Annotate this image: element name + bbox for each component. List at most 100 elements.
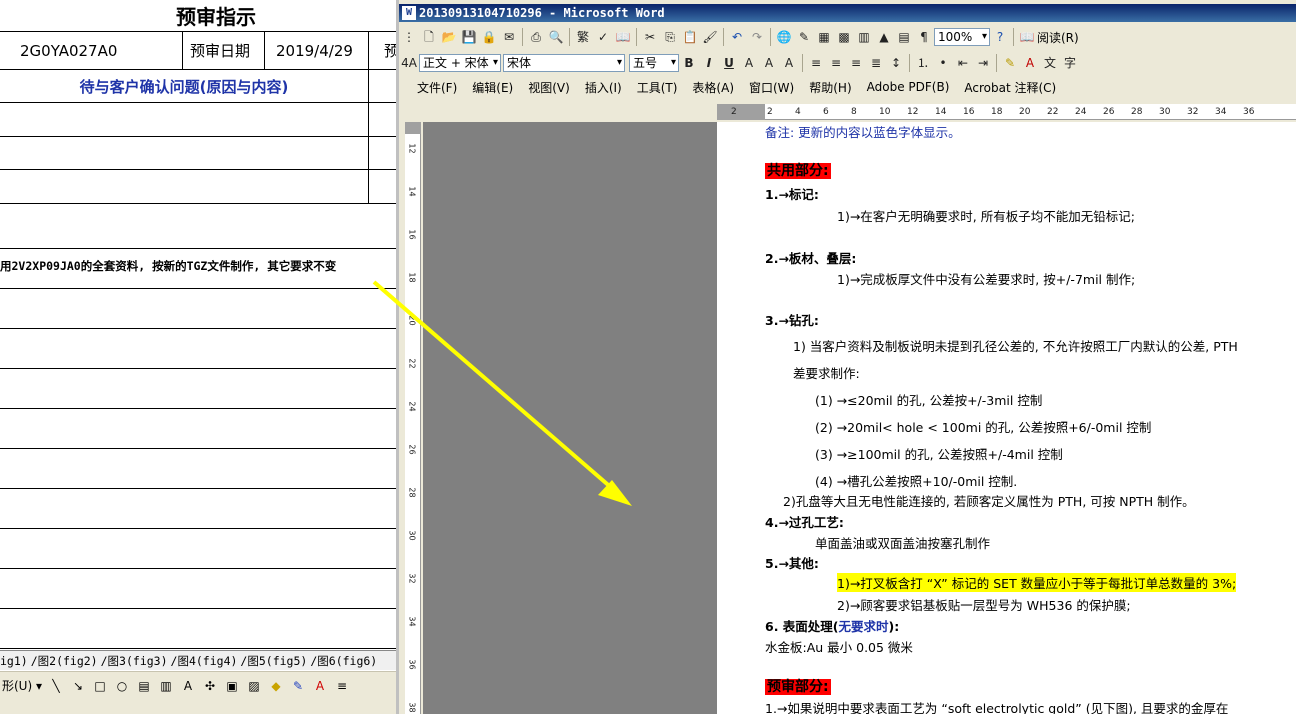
font-color-icon[interactable]: A <box>312 678 328 694</box>
sheet-tab[interactable]: 图4(fig4) <box>177 654 237 668</box>
copy-icon[interactable]: ⎘ <box>660 27 680 47</box>
research-icon[interactable]: 繁 <box>573 27 593 47</box>
doc-subitem: (4) →槽孔公差按照+10/-0mil 控制. <box>815 474 1018 489</box>
font-color-icon[interactable]: A <box>1020 53 1040 73</box>
undo-icon[interactable]: ↶ <box>727 27 747 47</box>
spreadsheet-pane: 预审指示 2G0YA027A0 预审日期 2019/4/29 预 待与客户确认问… <box>0 0 396 714</box>
clipart-icon[interactable]: ▣ <box>224 678 240 694</box>
align-left-icon[interactable]: ≡ <box>806 53 826 73</box>
menu-table[interactable]: 表格(A) <box>692 79 734 96</box>
horizontal-ruler[interactable]: 2 2 4 6 8 10 12 14 16 18 20 22 24 26 28 30 32 34 36 <box>717 104 1296 120</box>
fill-color-icon[interactable]: ◆ <box>268 678 284 694</box>
menu-insert[interactable]: 插入(I) <box>585 79 622 96</box>
document-map-icon[interactable]: ▤ <box>894 27 914 47</box>
part-number-cell[interactable]: 2G0YA027A0 <box>20 32 117 70</box>
menu-tools[interactable]: 工具(T) <box>637 79 678 96</box>
grid-line <box>0 169 396 170</box>
translate-icon[interactable]: 📖 <box>613 27 633 47</box>
save-icon[interactable]: 💾 <box>459 27 479 47</box>
word-app-icon: W <box>402 6 416 20</box>
window-titlebar[interactable]: W 20130913104710296 - Microsoft Word <box>399 4 1296 22</box>
diagram-icon[interactable]: ✣ <box>202 678 218 694</box>
paste-icon[interactable]: 📋 <box>680 27 700 47</box>
show-hide-icon[interactable]: ¶ <box>914 27 934 47</box>
read-mode-button[interactable]: 阅读(R) <box>1037 29 1079 46</box>
line-color-icon[interactable]: ✎ <box>290 678 306 694</box>
line-style-icon[interactable]: ≡ <box>334 678 350 694</box>
read-mode-icon[interactable]: 📖 <box>1017 27 1037 47</box>
drawing-icon[interactable]: ▲ <box>874 27 894 47</box>
char-border-icon[interactable]: A <box>739 53 759 73</box>
enclose-char-icon[interactable]: 字 <box>1060 53 1080 73</box>
justify-icon[interactable]: ≣ <box>866 53 886 73</box>
redo-icon[interactable]: ↷ <box>747 27 767 47</box>
insert-table-icon[interactable]: ▦ <box>814 27 834 47</box>
font-size-select[interactable]: 五号 <box>629 54 679 72</box>
email-icon[interactable]: ✉ <box>499 27 519 47</box>
arrow-icon[interactable]: ↘ <box>70 678 86 694</box>
autoshape-menu[interactable]: 形(U) ▾ <box>2 677 42 694</box>
align-center-icon[interactable]: ≡ <box>826 53 846 73</box>
menu-view[interactable]: 视图(V) <box>528 79 570 96</box>
style-select[interactable]: 正文 + 宋体 <box>419 54 501 72</box>
ruler-tick: 6 <box>823 107 829 117</box>
grid-line <box>0 102 396 103</box>
menu-edit[interactable]: 编辑(E) <box>472 79 513 96</box>
vertical-textbox-icon[interactable]: ▥ <box>158 678 174 694</box>
format-painter-icon[interactable]: 🖌 <box>700 27 720 47</box>
bold-icon[interactable]: B <box>679 53 699 73</box>
highlight-icon[interactable]: ✎ <box>1000 53 1020 73</box>
cut-icon[interactable]: ✂ <box>640 27 660 47</box>
insert-excel-icon[interactable]: ▩ <box>834 27 854 47</box>
picture-icon[interactable]: ▨ <box>246 678 262 694</box>
line-spacing-icon[interactable]: ↕ <box>886 53 906 73</box>
ruler-tick: 24 <box>407 401 417 412</box>
new-document-icon[interactable]: 🗋 <box>419 27 439 47</box>
menu-help[interactable]: 帮助(H) <box>809 79 851 96</box>
line-icon[interactable]: ╲ <box>48 678 64 694</box>
oval-icon[interactable]: ○ <box>114 678 130 694</box>
increase-indent-icon[interactable]: ⇥ <box>973 53 993 73</box>
permission-icon[interactable]: 🔒 <box>479 27 499 47</box>
grip-icon[interactable]: ⋮ <box>399 27 419 47</box>
open-folder-icon[interactable]: 📂 <box>439 27 459 47</box>
vertical-ruler[interactable]: 12 14 16 18 20 22 24 26 28 30 32 34 36 38 <box>405 122 421 714</box>
underline-icon[interactable]: U <box>719 53 739 73</box>
numbering-icon[interactable]: ⒈ <box>913 53 933 73</box>
char-scale-icon[interactable]: A <box>779 53 799 73</box>
tables-borders-icon[interactable]: ✎ <box>794 27 814 47</box>
columns-icon[interactable]: ▥ <box>854 27 874 47</box>
char-shading-icon[interactable]: A <box>759 53 779 73</box>
bullets-icon[interactable]: • <box>933 53 953 73</box>
styles-icon[interactable]: 4A <box>399 53 419 73</box>
sheet-tab[interactable]: ig1) <box>0 654 28 668</box>
hyperlink-icon[interactable]: 🌐 <box>774 27 794 47</box>
sheet-tab[interactable]: 图2(fig2) <box>38 654 98 668</box>
sheet-tabs: ig1)/图2(fig2)/图3(fig3)/图4(fig4)/图5(fig5)… <box>0 650 396 670</box>
wordart-icon[interactable]: A <box>180 678 196 694</box>
menu-adobe-pdf[interactable]: Adobe PDF(B) <box>867 80 950 94</box>
sheet-tab[interactable]: 图6(fig6) <box>317 654 377 668</box>
sheet-tab[interactable]: 图3(fig3) <box>108 654 168 668</box>
rectangle-icon[interactable]: □ <box>92 678 108 694</box>
menu-acrobat-comments[interactable]: Acrobat 注释(C) <box>964 79 1056 96</box>
italic-icon[interactable]: I <box>699 53 719 73</box>
print-preview-icon[interactable]: 🔍 <box>546 27 566 47</box>
doc-section-6: 6. 表面处理(无要求时): <box>765 619 900 634</box>
ruler-tick: 4 <box>795 107 801 117</box>
decrease-indent-icon[interactable]: ⇤ <box>953 53 973 73</box>
textbox-icon[interactable]: ▤ <box>136 678 152 694</box>
note-cell[interactable]: 用2V2XP09JA0的全套资料, 按新的TGZ文件制作, 其它要求不变 <box>0 258 336 274</box>
align-right-icon[interactable]: ≡ <box>846 53 866 73</box>
print-icon[interactable]: ⎙ <box>526 27 546 47</box>
help-icon[interactable]: ? <box>990 27 1010 47</box>
document-page[interactable]: 备注: 更新的内容以蓝色字体显示。 共用部分: 1.→标记: 1)→在客户无明确… <box>717 122 1296 714</box>
menu-file[interactable]: 文件(F) <box>417 79 457 96</box>
menu-window[interactable]: 窗口(W) <box>749 79 794 96</box>
phonetic-guide-icon[interactable]: 文 <box>1040 53 1060 73</box>
review-date-cell[interactable]: 2019/4/29 <box>276 32 353 70</box>
sheet-tab[interactable]: 图5(fig5) <box>247 654 307 668</box>
zoom-select[interactable]: 100% <box>934 28 990 46</box>
spelling-icon[interactable]: ✓ <box>593 27 613 47</box>
font-select[interactable]: 宋体 <box>503 54 625 72</box>
